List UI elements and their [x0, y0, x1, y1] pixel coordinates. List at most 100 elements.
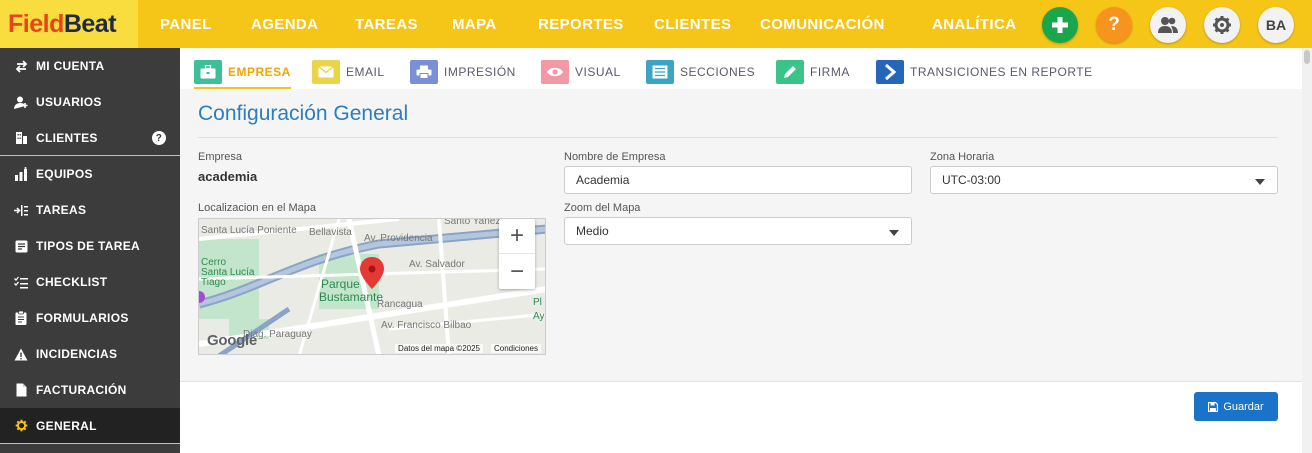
- sidebar-item-general[interactable]: GENERAL: [0, 408, 180, 444]
- map-label: Santo Yanez: [444, 218, 501, 227]
- briefcase-icon: [194, 59, 222, 84]
- map-zoom-in-button[interactable]: +: [499, 219, 535, 254]
- sidebar-item-tareas[interactable]: TAREAS: [0, 192, 180, 228]
- clipboard-icon: [14, 311, 28, 325]
- tab-label: FIRMA: [810, 65, 850, 79]
- user-group-icon: [1158, 17, 1178, 33]
- caret-down-icon: [889, 230, 899, 236]
- zona-horaria-value: UTC-03:00: [942, 173, 1001, 187]
- sections-icon: [646, 60, 674, 84]
- form-footer: Guardar: [180, 381, 1302, 453]
- sidebar-item-equipos[interactable]: EQUIPOS: [0, 156, 180, 192]
- map-label: Ay: [533, 311, 545, 322]
- tab-empresa[interactable]: EMPRESA: [194, 56, 291, 89]
- tab-visual[interactable]: VISUAL: [541, 56, 621, 88]
- help-button[interactable]: ?: [1096, 7, 1132, 43]
- sidebar-item-facturacion[interactable]: FACTURACIÓN: [0, 372, 180, 408]
- settings-panel: Configuración General Empresa academia N…: [180, 89, 1302, 381]
- nav-analitica[interactable]: ANALÍTICA: [932, 16, 1016, 33]
- sidebar-item-label: TIPOS DE TAREA: [36, 239, 140, 253]
- nombre-empresa-label: Nombre de Empresa: [564, 151, 666, 163]
- sidebar-item-formularios[interactable]: FORMULARIOS: [0, 300, 180, 336]
- map-zoom-out-button[interactable]: −: [499, 254, 535, 289]
- tab-label: EMAIL: [346, 65, 385, 79]
- tab-impresion[interactable]: IMPRESIÓN: [410, 56, 516, 88]
- settings-button[interactable]: [1204, 7, 1240, 43]
- save-button-label: Guardar: [1223, 400, 1264, 413]
- tab-label: IMPRESIÓN: [444, 65, 516, 79]
- sidebar-item-checklist[interactable]: CHECKLIST: [0, 264, 180, 300]
- map-label: Santa Lucía Poniente: [201, 225, 297, 236]
- tab-firma[interactable]: FIRMA: [776, 56, 850, 88]
- checklist-icon: [14, 275, 28, 289]
- sidebar-item-clientes[interactable]: CLIENTES ?: [0, 120, 180, 156]
- tab-transiciones-en-reporte[interactable]: TRANSICIONES EN REPORTE: [876, 56, 1093, 88]
- sidebar-item-label: FACTURACIÓN: [36, 383, 127, 397]
- sidebar-item-label: TAREAS: [36, 203, 87, 217]
- nav-tareas[interactable]: TAREAS: [355, 16, 418, 33]
- save-button[interactable]: Guardar: [1194, 392, 1278, 421]
- nav-reportes[interactable]: REPORTES: [538, 16, 624, 33]
- sidebar-item-label: CLIENTES: [36, 130, 98, 145]
- nav-comunicacion[interactable]: COMUNICACIÓN: [760, 16, 885, 33]
- sidebar-item-mi-cuenta[interactable]: MI CUENTA: [0, 48, 180, 84]
- tab-label: TRANSICIONES EN REPORTE: [910, 65, 1093, 79]
- add-button[interactable]: [1042, 7, 1078, 43]
- map-zoom-controls: + −: [499, 219, 535, 289]
- nav-mapa[interactable]: MAPA: [452, 16, 497, 33]
- empresa-label: Empresa: [198, 151, 243, 163]
- map-label: Pl: [533, 297, 542, 308]
- team-chart-icon: [14, 167, 28, 181]
- gear-icon: [1213, 16, 1231, 34]
- divider: [198, 137, 1278, 138]
- tab-email[interactable]: EMAIL: [312, 56, 385, 88]
- map-label: Av. Salvador: [409, 259, 465, 270]
- map-label: Bellavista: [309, 227, 352, 238]
- sidebar-item-label: MI CUENTA: [36, 59, 105, 73]
- printer-icon: [410, 60, 438, 84]
- logo-part-1: Field: [8, 9, 64, 38]
- help-circle-icon[interactable]: ?: [152, 131, 166, 145]
- tab-secciones[interactable]: SECCIONES: [646, 56, 755, 88]
- logo-part-2: Beat: [63, 9, 117, 38]
- nav-agenda[interactable]: AGENDA: [251, 16, 318, 33]
- document-icon: [14, 383, 28, 397]
- settings-tabs: EMPRESA EMAIL IMPRESIÓN VISUAL SECCIONES…: [180, 48, 1302, 89]
- nombre-empresa-input[interactable]: Academia: [564, 166, 912, 194]
- map-label: Av. Francisco Bilbao: [381, 320, 472, 331]
- zoom-mapa-value: Medio: [576, 224, 609, 238]
- sidebar-item-incidencias[interactable]: INCIDENCIAS: [0, 336, 180, 372]
- user-avatar[interactable]: BA: [1258, 7, 1294, 43]
- eye-icon: [541, 60, 569, 84]
- map-attribution: Datos del mapa ©2025: [395, 344, 483, 353]
- map-label: Av. Providencia: [364, 233, 433, 244]
- fieldbeat-logo[interactable]: Field Beat: [0, 0, 138, 48]
- tab-label: VISUAL: [575, 65, 621, 79]
- google-logo[interactable]: Google: [207, 332, 257, 349]
- sidebar-item-label: CHECKLIST: [36, 275, 108, 289]
- map-label: Rancagua: [377, 299, 423, 310]
- page-title: Configuración General: [198, 102, 409, 125]
- nav-clientes[interactable]: CLIENTES: [654, 16, 731, 33]
- nav-panel[interactable]: PANEL: [160, 16, 212, 33]
- zoom-mapa-select[interactable]: Medio: [564, 217, 912, 245]
- sidebar-item-tipos-de-tarea[interactable]: TIPOS DE TAREA: [0, 228, 180, 264]
- map-terms-link[interactable]: Condiciones: [490, 344, 541, 353]
- plus-icon: [1052, 17, 1068, 33]
- zona-horaria-label: Zona Horaria: [930, 151, 995, 163]
- users-button[interactable]: [1150, 7, 1186, 43]
- top-bar: Field Beat PANEL AGENDA TAREAS MAPA REPOR…: [0, 0, 1312, 48]
- building-icon: [14, 131, 28, 145]
- page-scrollbar[interactable]: [1302, 48, 1312, 453]
- sidebar-item-usuarios[interactable]: USUARIOS: [0, 84, 180, 120]
- main-content: EMPRESA EMAIL IMPRESIÓN VISUAL SECCIONES…: [180, 48, 1302, 453]
- location-map[interactable]: Bellavista Santa Lucía Poniente Av. Prov…: [198, 218, 546, 355]
- envelope-icon: [312, 60, 340, 84]
- zona-horaria-select[interactable]: UTC-03:00: [930, 166, 1278, 194]
- localizacion-label: Localizacion en el Mapa: [198, 202, 317, 214]
- scrollbar-thumb[interactable]: [1304, 50, 1310, 64]
- sidebar-item-label: FORMULARIOS: [36, 311, 129, 325]
- empresa-value: academia: [198, 169, 258, 184]
- pen-icon: [776, 60, 804, 84]
- task-list-icon: [14, 203, 28, 217]
